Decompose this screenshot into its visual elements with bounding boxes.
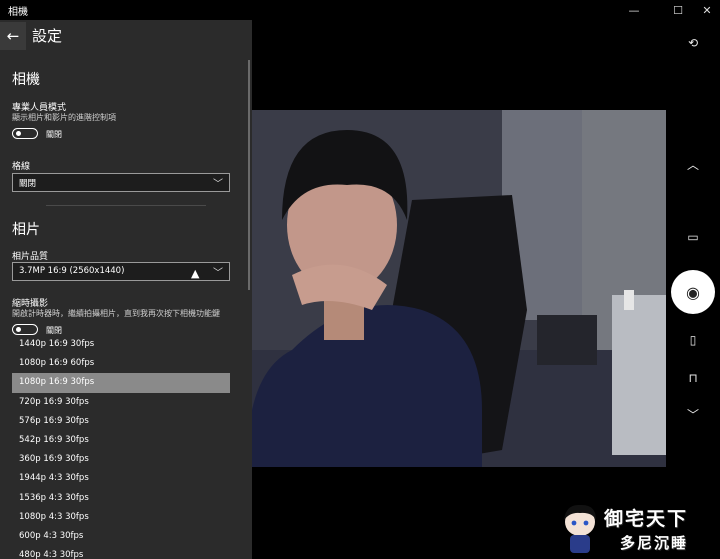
- document-icon[interactable]: ▯: [666, 333, 720, 347]
- panel-scrollbar[interactable]: [248, 60, 250, 290]
- dropdown-option[interactable]: 1440p 16:9 30fps: [12, 335, 230, 354]
- camera-preview: [252, 110, 666, 467]
- watermark-line1: 御宅天下: [604, 508, 689, 530]
- chevron-down-icon: ﹀: [213, 179, 223, 190]
- video-camera-icon[interactable]: ▭: [666, 230, 720, 244]
- dropdown-option-selected[interactable]: 1080p 16:9 30fps: [12, 373, 230, 393]
- dropdown-option[interactable]: 360p 16:9 30fps: [12, 450, 230, 469]
- mouse-cursor-icon: ▲: [191, 267, 200, 280]
- watermark-line2: 多尼沉睡: [620, 534, 689, 552]
- chevron-up-icon[interactable]: ︿: [666, 156, 720, 173]
- back-button[interactable]: ←: [0, 22, 26, 50]
- quality-dropdown-list[interactable]: 1440p 16:9 30fps 1080p 16:9 60fps 1080p …: [12, 335, 230, 559]
- dropdown-option[interactable]: 576p 16:9 30fps: [12, 412, 230, 431]
- pro-mode-description: 顯示相片和影片的進階控制項: [12, 113, 116, 122]
- timelapse-toggle[interactable]: [12, 324, 38, 335]
- minimize-icon[interactable]: —: [617, 0, 651, 20]
- dropdown-option[interactable]: 542p 16:9 30fps: [12, 431, 230, 450]
- arrow-left-icon: ←: [6, 27, 20, 45]
- grid-select[interactable]: 關閉 ﹀: [12, 173, 230, 192]
- photo-quality-value: 3.7MP 16:9 (2560x1440): [19, 266, 125, 276]
- dropdown-option[interactable]: 1536p 4:3 30fps: [12, 489, 230, 508]
- chevron-down-icon: ﹀: [213, 268, 223, 279]
- window-title: 相機: [8, 7, 28, 18]
- pro-mode-toggle[interactable]: [12, 128, 38, 139]
- camera-section-title: 相機: [12, 72, 40, 88]
- whiteboard-icon[interactable]: ⊓: [666, 371, 720, 385]
- dropdown-option[interactable]: 1080p 16:9 60fps: [12, 354, 230, 373]
- preview-image: [252, 110, 666, 467]
- pro-mode-state: 關閉: [46, 130, 62, 139]
- photo-quality-label: 相片品質: [12, 252, 49, 262]
- close-icon[interactable]: ✕: [690, 0, 720, 20]
- title-bar: 相機 — ☐ ✕: [0, 0, 720, 20]
- watermark-logo: 御宅天下 多尼沉睡: [556, 500, 716, 558]
- camera-switch-icon[interactable]: ⟲: [666, 36, 720, 50]
- settings-title: 設定: [32, 27, 63, 45]
- section-divider: [46, 205, 206, 206]
- timelapse-description: 開啟計時器時，繼續拍攝相片，直到我再次按下相機功能鍵: [12, 309, 220, 318]
- capture-photo-button[interactable]: ◉: [671, 270, 715, 314]
- grid-value: 關閉: [19, 179, 37, 189]
- camera-controls: ⟲ ︿ ▭ ◉ ▯ ⊓ ﹀: [666, 20, 720, 559]
- grid-label: 格線: [12, 162, 31, 172]
- dropdown-option[interactable]: 720p 16:9 30fps: [12, 393, 230, 412]
- photo-section-title: 相片: [12, 222, 40, 238]
- dropdown-option[interactable]: 480p 4:3 30fps: [12, 546, 230, 559]
- dropdown-option[interactable]: 1080p 4:3 30fps: [12, 508, 230, 527]
- dropdown-option[interactable]: 1944p 4:3 30fps: [12, 469, 230, 488]
- chevron-down-icon[interactable]: ﹀: [666, 406, 720, 423]
- dropdown-option[interactable]: 600p 4:3 30fps: [12, 527, 230, 546]
- camera-icon: ◉: [686, 282, 700, 302]
- mascot-icon: [564, 504, 596, 553]
